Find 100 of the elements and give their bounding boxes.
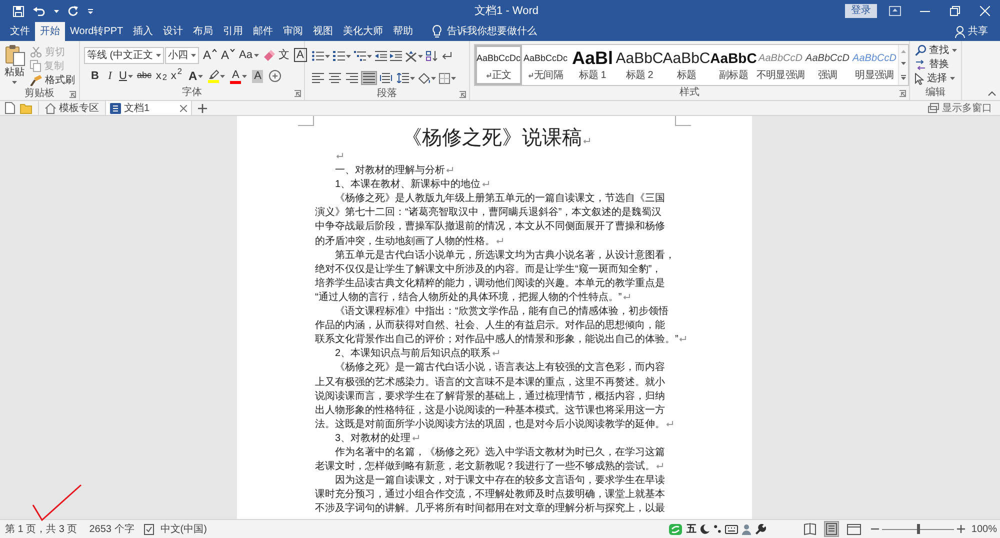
font-size-box[interactable]: 小四	[165, 46, 199, 64]
style-option[interactable]: AaBbC 标题 2	[616, 45, 663, 85]
menu-tab[interactable]: 开始	[35, 22, 65, 41]
increase-indent-icon[interactable]	[390, 51, 402, 61]
justify-icon[interactable]	[361, 71, 377, 85]
person-icon[interactable]	[742, 524, 752, 534]
select-button[interactable]: 选择	[915, 72, 956, 85]
style-option[interactable]: AaBbCcD 强调	[804, 45, 851, 85]
customize-icon[interactable]	[88, 8, 93, 14]
collapse-ribbon-icon[interactable]	[988, 91, 996, 96]
launcher-icon[interactable]	[459, 90, 466, 98]
moon-icon[interactable]	[700, 524, 710, 534]
return-arrow-icon[interactable]	[441, 52, 452, 60]
page-icon[interactable]	[824, 521, 840, 537]
text-effects-button[interactable]: A	[187, 67, 204, 85]
zoom-slider[interactable]	[882, 523, 954, 535]
plus-icon[interactable]	[198, 104, 207, 112]
caret-icon[interactable]	[198, 74, 204, 78]
menu-tab[interactable]: 引用	[218, 22, 248, 41]
grow-font-button[interactable]: A	[202, 46, 218, 64]
restore-icon[interactable]	[950, 6, 960, 16]
highlight-button[interactable]	[207, 67, 226, 85]
style-option[interactable]: AaBbCcD 不明显强调	[757, 45, 804, 85]
web-page-icon[interactable]	[847, 524, 862, 534]
keyboard-icon[interactable]	[725, 524, 738, 534]
share-button[interactable]: 共享	[955, 22, 988, 41]
dots-icon[interactable]	[714, 525, 722, 533]
replace-button[interactable]: 替换	[915, 58, 956, 71]
wrench-icon[interactable]	[755, 524, 766, 534]
menu-tab[interactable]: 设计	[158, 22, 188, 41]
caret-icon[interactable]	[156, 54, 161, 56]
proofing-icon[interactable]	[144, 524, 154, 534]
menu-tab[interactable]: 布局	[188, 22, 218, 41]
menu-tab[interactable]: 审阅	[278, 22, 308, 41]
caret-icon[interactable]	[950, 77, 955, 80]
strikethrough-button[interactable]: abc	[136, 67, 152, 85]
shrink-font-button[interactable]: A	[220, 46, 236, 64]
document-tab[interactable]: 文档1	[106, 101, 192, 115]
cross-icon[interactable]	[405, 50, 417, 62]
new-document-icon[interactable]	[5, 102, 15, 114]
bullet-list-icon[interactable]	[312, 51, 324, 61]
caret-icon[interactable]	[410, 76, 415, 80]
diamond-icon[interactable]	[418, 72, 430, 84]
sort-icon[interactable]	[426, 51, 438, 61]
caret-icon[interactable]	[952, 49, 957, 52]
phonetic-guide-button[interactable]: 文	[278, 46, 290, 64]
style-option[interactable]: AaBbC 标题	[663, 45, 710, 85]
character-shading-button[interactable]: A	[252, 70, 264, 82]
numbered-list-icon[interactable]	[333, 51, 345, 61]
character-border-button[interactable]: A	[294, 48, 307, 62]
font-name-box[interactable]: 等线 (中文正文	[84, 46, 164, 64]
caret-icon[interactable]	[191, 54, 196, 56]
caret-icon[interactable]	[128, 74, 133, 78]
zoom-level[interactable]: 100%	[971, 522, 997, 536]
sign-in-button[interactable]: 登录	[845, 4, 878, 18]
save-icon[interactable]	[13, 6, 24, 16]
find-button[interactable]: 查找	[915, 44, 956, 57]
launcher-icon[interactable]	[294, 90, 301, 96]
change-case-button[interactable]: Aa	[238, 46, 260, 64]
caret-icon[interactable]	[254, 54, 258, 56]
style-option[interactable]: AaBl 标题 1	[569, 45, 616, 85]
launcher-icon[interactable]	[69, 90, 76, 98]
style-option[interactable]: AaBbCcDc 无间隔	[522, 45, 569, 85]
distributed-icon[interactable]	[380, 73, 392, 83]
format-painter-button[interactable]: 格式刷	[30, 73, 75, 87]
align-left-icon[interactable]	[312, 73, 324, 83]
slider-thumb[interactable]	[916, 524, 920, 534]
superscript-button[interactable]: x$^{2}$	[169, 67, 184, 85]
menu-tab[interactable]: 美化大师	[338, 22, 388, 41]
menu-tab[interactable]: 文件	[5, 22, 35, 41]
caret-icon[interactable]	[54, 10, 59, 12]
caret-icon[interactable]	[242, 74, 248, 78]
style-option[interactable]: AaBbC 副标题	[710, 45, 757, 85]
caret-icon[interactable]	[418, 54, 423, 58]
menu-tab[interactable]: Word转PPT	[65, 22, 128, 41]
redo-icon[interactable]	[68, 6, 79, 16]
decrease-indent-icon[interactable]	[375, 51, 387, 61]
paste-button[interactable]: 粘贴	[4, 44, 25, 87]
minimize-icon[interactable]	[920, 10, 930, 12]
caret-icon[interactable]	[451, 76, 456, 80]
more-icon[interactable]	[901, 75, 906, 80]
ribbon-display-icon[interactable]	[889, 6, 902, 16]
menu-tab[interactable]: 视图	[308, 22, 338, 41]
style-option[interactable]: AaBbCcD 明显强调	[851, 45, 898, 85]
menu-tab[interactable]: 帮助	[388, 22, 418, 41]
zoom-in-icon[interactable]	[957, 525, 966, 533]
font-color-button[interactable]: A	[229, 67, 248, 85]
ime-logo-icon[interactable]	[669, 524, 682, 534]
multilevel-list-icon[interactable]	[354, 51, 366, 61]
subscript-button[interactable]: x$_{2}$	[154, 67, 168, 85]
menu-tab[interactable]: 邮件	[248, 22, 278, 41]
undo-icon[interactable]	[33, 6, 45, 16]
circled-plus-icon[interactable]	[269, 70, 282, 82]
caret-icon[interactable]	[220, 74, 226, 78]
style-option[interactable]: AaBbCcDc 正文	[475, 45, 522, 85]
line-spacing-icon[interactable]	[397, 73, 409, 83]
eraser-icon[interactable]	[262, 50, 274, 60]
book-icon[interactable]	[804, 523, 816, 535]
caret-icon[interactable]	[367, 54, 372, 58]
input-mode[interactable]: 五	[686, 522, 696, 536]
